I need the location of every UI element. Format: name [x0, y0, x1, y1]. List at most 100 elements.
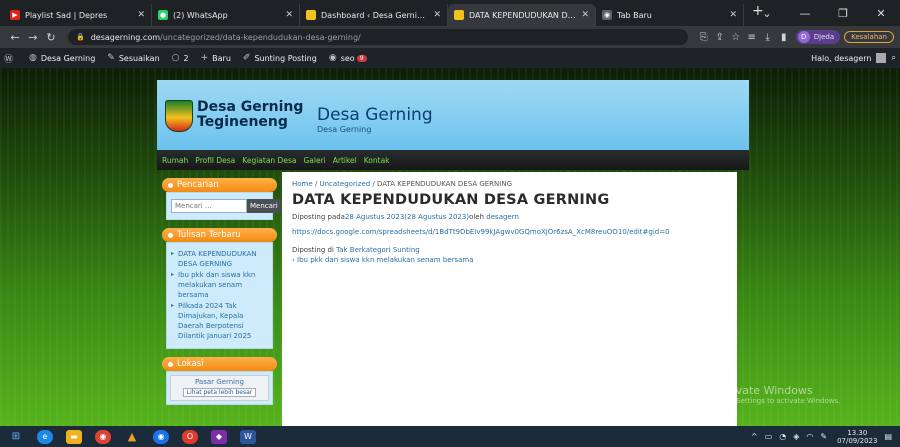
- wp-admin-bar: Ⓦ ◍ Desa Gerning ✎ Sesuaikan ○ 2 + Baru ✐ Sun…: [0, 48, 900, 68]
- bookmark-star-icon[interactable]: ☆: [728, 32, 744, 43]
- close-icon[interactable]: ✕: [581, 10, 589, 20]
- browser-toolbar: ← → ↻ 🔒 desagerning.com /uncategorized/d…: [0, 26, 900, 48]
- address-path: /uncategorized/data-kependudukan-desa-ge…: [160, 32, 361, 42]
- village-logo-icon[interactable]: [165, 100, 193, 132]
- side-panel-icon[interactable]: ▮: [776, 32, 792, 43]
- pen-icon[interactable]: ✎: [820, 432, 827, 441]
- chrome-icon: ◉: [602, 10, 612, 20]
- reload-icon[interactable]: ↻: [42, 31, 60, 44]
- chrome-profile-icon[interactable]: ◉: [153, 429, 169, 444]
- recent-post-link[interactable]: Pilkada 2024 Tak Dimajukan, Kepala Daera…: [171, 301, 268, 341]
- site-name-label: Desa Gerning: [40, 53, 96, 63]
- lock-icon[interactable]: 🔒: [76, 33, 85, 41]
- page-viewport: Desa Gerning Tegineneng Desa Gerning Des…: [0, 68, 900, 426]
- wifi-icon[interactable]: ◠: [806, 432, 813, 441]
- profile-button[interactable]: D Djeda: [795, 30, 841, 44]
- search-input[interactable]: [171, 199, 247, 213]
- reading-list-icon[interactable]: ≡: [744, 32, 760, 43]
- close-icon[interactable]: ✕: [433, 10, 441, 20]
- comments-menu[interactable]: ○ 2: [172, 53, 189, 63]
- teams-icon[interactable]: ◆: [211, 429, 227, 444]
- previous-post-link[interactable]: ‹ Ibu pkk dan siswa kkn melakukan senam …: [292, 256, 727, 264]
- edge-icon[interactable]: e: [37, 429, 53, 444]
- post-updated-date: (28 Agustus 2023): [404, 213, 470, 221]
- customize-menu[interactable]: ✎ Sesuaikan: [107, 53, 159, 63]
- nav-item-rumah[interactable]: Rumah: [162, 156, 188, 165]
- chrome-icon[interactable]: ◉: [95, 429, 111, 444]
- recent-post-link[interactable]: Ibu pkk dan siswa kkn melakukan senam be…: [171, 270, 268, 300]
- download-icon[interactable]: ⤓: [760, 32, 776, 43]
- browser-tab-dashboard[interactable]: Dashboard ‹ Desa Gerning — ✕: [300, 4, 448, 26]
- windows-taskbar: ⊞ e ▬ ◉ ▲ ◉ O ◆ W ^ ▭ ◔ ◈ ◠ ✎ 13.30 07/0…: [0, 426, 900, 447]
- spreadsheet-link[interactable]: https://docs.google.com/spreadsheets/d/1…: [292, 228, 727, 236]
- share-icon[interactable]: ⇪: [712, 32, 728, 43]
- error-button[interactable]: Kesalahan: [844, 31, 894, 43]
- browser-tab-whatsapp[interactable]: ● (2) WhatsApp ✕: [152, 4, 300, 26]
- browser-tab-youtube[interactable]: ▶ Playlist Sad | Depres ✕: [4, 4, 152, 26]
- search-icon[interactable]: ⌕: [892, 53, 896, 63]
- close-icon[interactable]: ✕: [285, 10, 293, 20]
- volume-icon[interactable]: ◈: [793, 432, 799, 441]
- file-explorer-icon[interactable]: ▬: [66, 429, 82, 444]
- avatar[interactable]: [875, 53, 886, 63]
- windows-start-icon[interactable]: ⊞: [8, 430, 24, 444]
- new-content-menu[interactable]: + Baru: [201, 53, 231, 63]
- close-icon[interactable]: ✕: [137, 10, 145, 20]
- embedded-map[interactable]: Pasar Gerning Lihat peta lebih besar: [170, 375, 269, 401]
- nav-item-profil-desa[interactable]: Profil Desa: [195, 156, 235, 165]
- nav-item-artikel[interactable]: Artikel: [333, 156, 357, 165]
- close-icon[interactable]: ✕: [729, 10, 737, 20]
- address-bar[interactable]: 🔒 desagerning.com /uncategorized/data-ke…: [68, 29, 688, 45]
- seo-menu[interactable]: ◉ seo 9: [329, 53, 367, 63]
- vlc-icon[interactable]: ▲: [124, 430, 140, 444]
- network-icon[interactable]: ◔: [779, 432, 786, 441]
- word-icon[interactable]: W: [240, 429, 256, 444]
- meta-by: oleh: [469, 213, 485, 221]
- breadcrumb-current: DATA KEPENDUDUKAN DESA GERNING: [377, 180, 512, 188]
- tab-label: Dashboard ‹ Desa Gerning —: [321, 10, 430, 20]
- account-greeting[interactable]: Halo, desagern: [811, 54, 871, 63]
- opera-icon[interactable]: O: [182, 429, 198, 444]
- post-category: Diposting di Tak Berkategori Sunting: [292, 246, 727, 254]
- wp-logo-menu[interactable]: Ⓦ: [4, 52, 17, 65]
- widget-title-label: Tulisan Terbaru: [177, 230, 241, 240]
- category-link[interactable]: Tak Berkategori: [336, 246, 391, 254]
- site-title[interactable]: Desa Gerning: [317, 105, 433, 125]
- notification-icon[interactable]: ▤: [884, 432, 892, 441]
- site-logo-text[interactable]: Desa Gerning Tegineneng: [197, 100, 303, 130]
- edit-post-menu[interactable]: ✐ Sunting Posting: [243, 53, 317, 63]
- post-date-link[interactable]: 28 Agustus 2023: [345, 213, 404, 221]
- maximize-button[interactable]: ❐: [824, 7, 862, 20]
- seo-label: seo: [340, 53, 355, 63]
- back-icon[interactable]: ←: [6, 31, 24, 44]
- clock-date: 07/09/2023: [837, 436, 878, 445]
- site-name-menu[interactable]: ◍ Desa Gerning: [29, 53, 95, 63]
- close-window-button[interactable]: ✕: [862, 7, 900, 20]
- author-link[interactable]: desagern: [486, 213, 519, 221]
- translate-icon[interactable]: ⎘: [696, 32, 712, 43]
- recent-post-link[interactable]: DATA KEPENDUDUKAN DESA GERNING: [171, 249, 268, 269]
- browser-tab-new-tab[interactable]: ◉ Tab Baru ✕: [596, 4, 744, 26]
- view-larger-map-link[interactable]: Lihat peta lebih besar: [182, 388, 257, 397]
- widget-title-recent-posts: Tulisan Terbaru: [162, 228, 277, 242]
- forward-icon[interactable]: →: [24, 31, 42, 44]
- system-tray: ^ ▭ ◔ ◈ ◠ ✎ 13.30 07/09/2023 ▤: [744, 429, 900, 445]
- address-host: desagerning.com: [90, 32, 161, 42]
- tab-search-icon[interactable]: ⌄: [748, 7, 786, 20]
- clock[interactable]: 13.30 07/09/2023: [837, 429, 877, 445]
- site-container: Desa Gerning Tegineneng Desa Gerning Des…: [157, 80, 749, 426]
- nav-item-galeri[interactable]: Galeri: [303, 156, 325, 165]
- browser-tab-data-kependudukan[interactable]: DATA KEPENDUDUKAN DES/ ✕: [448, 4, 596, 26]
- nav-item-kontak[interactable]: Kontak: [364, 156, 390, 165]
- nav-item-kegiatan-desa[interactable]: Kegiatan Desa: [242, 156, 296, 165]
- chevron-up-icon[interactable]: ^: [751, 432, 758, 441]
- edit-post-link[interactable]: Sunting: [393, 246, 420, 254]
- minimize-button[interactable]: —: [786, 7, 824, 20]
- breadcrumb-home[interactable]: Home: [292, 180, 313, 188]
- search-button[interactable]: Mencari: [247, 199, 281, 213]
- breadcrumb-category[interactable]: Uncategorized: [319, 180, 370, 188]
- battery-icon[interactable]: ▭: [765, 432, 773, 441]
- seo-badge: 9: [356, 54, 367, 62]
- browser-tab-strip: ▶ Playlist Sad | Depres ✕ ● (2) WhatsApp…: [0, 0, 900, 26]
- plus-icon: +: [200, 53, 209, 63]
